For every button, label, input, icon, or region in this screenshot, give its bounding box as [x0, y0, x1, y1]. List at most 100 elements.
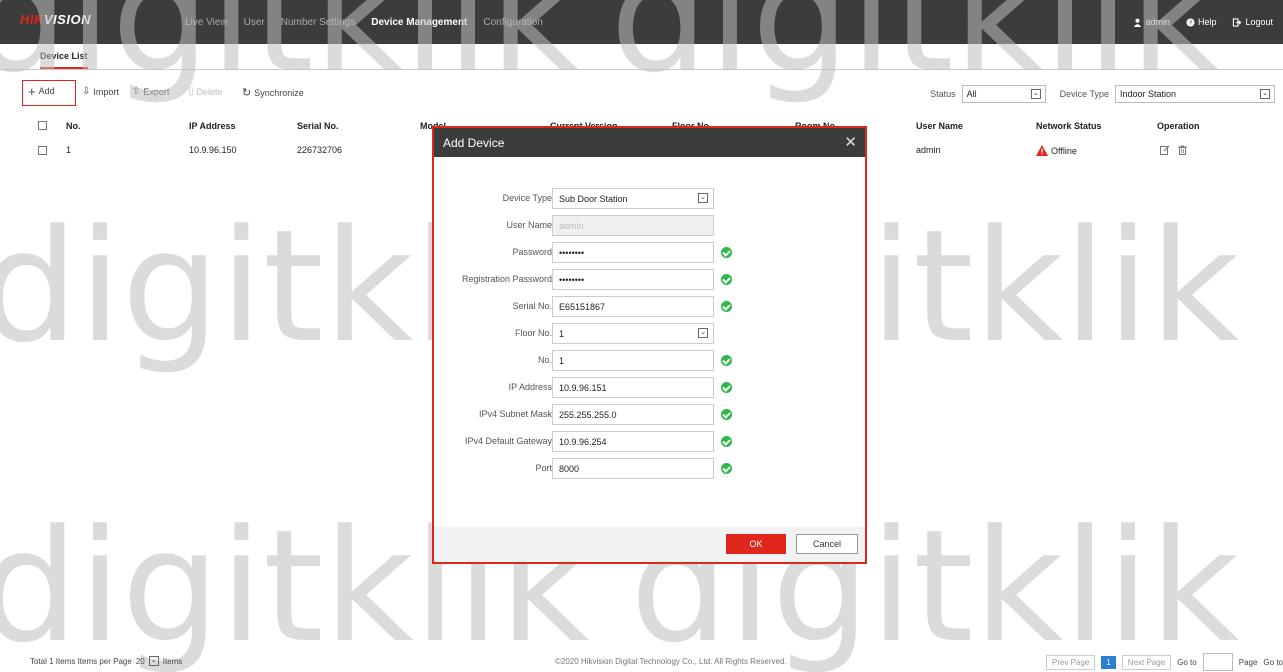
subnet-mask-label: IPv4 Subnet Mask	[478, 409, 552, 419]
goto-label: Go to	[1177, 657, 1197, 667]
device-type-value: Sub Door Station	[559, 194, 628, 204]
serial-no-value: E65151867	[559, 302, 606, 312]
default-gateway-label: IPv4 Default Gateway	[464, 436, 552, 446]
export-label: Export	[143, 86, 170, 97]
user-name-value: admin	[559, 221, 584, 231]
plus-icon: +	[28, 83, 36, 99]
edit-icon[interactable]	[1160, 145, 1170, 155]
cancel-button[interactable]: Cancel	[796, 534, 858, 554]
check-icon	[721, 301, 732, 312]
row-user-name: admin	[916, 145, 941, 155]
export-button[interactable]: ⇧ Export	[132, 86, 169, 97]
device-type-filter-label: Device Type	[1059, 89, 1109, 99]
delete-label: Delete	[196, 86, 223, 97]
status-filter-select[interactable]: All ⌄	[961, 85, 1046, 103]
row-no: 1	[66, 145, 72, 155]
logout-icon	[1233, 17, 1242, 27]
user-icon	[1134, 18, 1142, 27]
prev-page-button[interactable]: Prev Page	[1045, 654, 1096, 670]
dialog-title: Add Device	[443, 136, 505, 150]
nav-user[interactable]: User	[244, 17, 265, 28]
main-nav: Live View User Number Settings Device Ma…	[185, 0, 559, 44]
floor-no-select[interactable]: 1 ⌄	[552, 323, 714, 344]
next-page-button[interactable]: Next Page	[1121, 654, 1172, 670]
page-label: Page	[1238, 657, 1258, 667]
nav-live-view[interactable]: Live View	[185, 17, 228, 28]
delete-icon[interactable]	[1178, 145, 1187, 155]
subnet-mask-row: IPv4 Subnet Mask 255.255.255.0	[434, 404, 865, 426]
ip-address-row: IP Address 10.9.96.151	[434, 377, 865, 399]
tab-device-list[interactable]: Device List	[40, 51, 88, 69]
chevron-down-icon: ⌄	[1260, 89, 1270, 99]
ok-button[interactable]: OK	[726, 534, 786, 554]
no-label: No.	[537, 355, 552, 365]
logo-white-part: VISION	[43, 12, 91, 27]
logout-link[interactable]: Logout	[1232, 17, 1273, 27]
nav-device-management[interactable]: Device Management	[371, 17, 467, 28]
sync-icon: ↻	[242, 87, 252, 99]
port-label: Port	[535, 463, 552, 473]
device-type-label: Device Type	[502, 193, 552, 203]
help-link[interactable]: ? Help	[1186, 17, 1216, 27]
user-menu[interactable]: admin	[1133, 17, 1170, 27]
col-ip-address: IP Address	[189, 121, 236, 131]
import-icon: ⇩	[82, 86, 91, 97]
per-page-dropdown[interactable]: ⌄	[148, 656, 159, 666]
password-field[interactable]: ••••••••	[552, 242, 714, 263]
port-field[interactable]: 8000	[552, 458, 714, 479]
device-type-select[interactable]: Sub Door Station ⌄	[552, 188, 714, 209]
registration-password-row: Registration Password ••••••••	[434, 269, 865, 291]
password-row: Password ••••••••	[434, 242, 865, 264]
registration-password-label: Registration Password	[461, 274, 552, 284]
synchronize-button[interactable]: ↻ Synchronize	[242, 86, 304, 99]
total-items-text: Total 1 Items Items per Page	[30, 656, 132, 666]
user-name-row: User Name admin	[434, 215, 865, 237]
default-gateway-value: 10.9.96.254	[559, 437, 607, 447]
check-icon	[721, 355, 732, 366]
status-filter-value: All	[966, 89, 977, 99]
import-button[interactable]: ⇩ Import	[82, 86, 119, 97]
check-icon	[721, 463, 732, 474]
add-device-dialog: Add Device ✕ Device Type Sub Door Statio…	[432, 126, 867, 564]
ip-address-field[interactable]: 10.9.96.151	[552, 377, 714, 398]
items-label: Items	[162, 656, 183, 666]
check-icon	[721, 382, 732, 393]
ip-address-label: IP Address	[508, 382, 552, 392]
subnet-mask-value: 255.255.255.0	[559, 410, 617, 420]
password-value: ••••••••	[559, 248, 585, 258]
device-type-filter-select[interactable]: Indoor Station ⌄	[1115, 85, 1275, 103]
delete-button[interactable]: ▯ Delete	[188, 86, 223, 97]
col-operation: Operation	[1157, 121, 1200, 131]
go-button[interactable]: Go to	[1263, 658, 1283, 667]
check-icon	[721, 247, 732, 258]
check-icon	[721, 274, 732, 285]
col-no: No.	[66, 121, 81, 131]
top-navigation-bar: HIKVISION Live View User Number Settings…	[0, 0, 1283, 44]
no-field[interactable]: 1	[552, 350, 714, 371]
chevron-down-icon: ⌄	[698, 193, 708, 203]
row-ip-address: 10.9.96.150	[189, 145, 237, 155]
serial-no-label: Serial No.	[512, 301, 552, 311]
nav-configuration[interactable]: Configuration	[483, 17, 542, 28]
footer-right: Prev Page 1 Next Page Go to Page Go to	[1045, 653, 1283, 671]
row-checkbox[interactable]	[38, 146, 47, 157]
port-value: 8000	[559, 464, 580, 474]
subnet-mask-field[interactable]: 255.255.255.0	[552, 404, 714, 425]
logo-red-part: HIK	[20, 12, 44, 27]
current-page[interactable]: 1	[1101, 655, 1116, 669]
dialog-footer: OK Cancel	[434, 527, 865, 562]
goto-page-input[interactable]	[1202, 653, 1233, 671]
device-type-row: Device Type Sub Door Station ⌄	[434, 188, 865, 210]
registration-password-field[interactable]: ••••••••	[552, 269, 714, 290]
row-status-text: Offline	[1051, 145, 1077, 156]
nav-number-settings[interactable]: Number Settings	[281, 17, 355, 28]
user-name: admin	[1145, 17, 1170, 27]
floor-no-value: 1	[559, 329, 565, 339]
serial-no-row: Serial No. E65151867	[434, 296, 865, 318]
default-gateway-field[interactable]: 10.9.96.254	[552, 431, 714, 452]
add-button[interactable]: + Add	[28, 83, 55, 99]
synchronize-label: Synchronize	[254, 87, 304, 98]
serial-no-field[interactable]: E65151867	[552, 296, 714, 317]
close-icon[interactable]: ✕	[844, 133, 857, 151]
select-all-checkbox[interactable]	[38, 121, 47, 132]
